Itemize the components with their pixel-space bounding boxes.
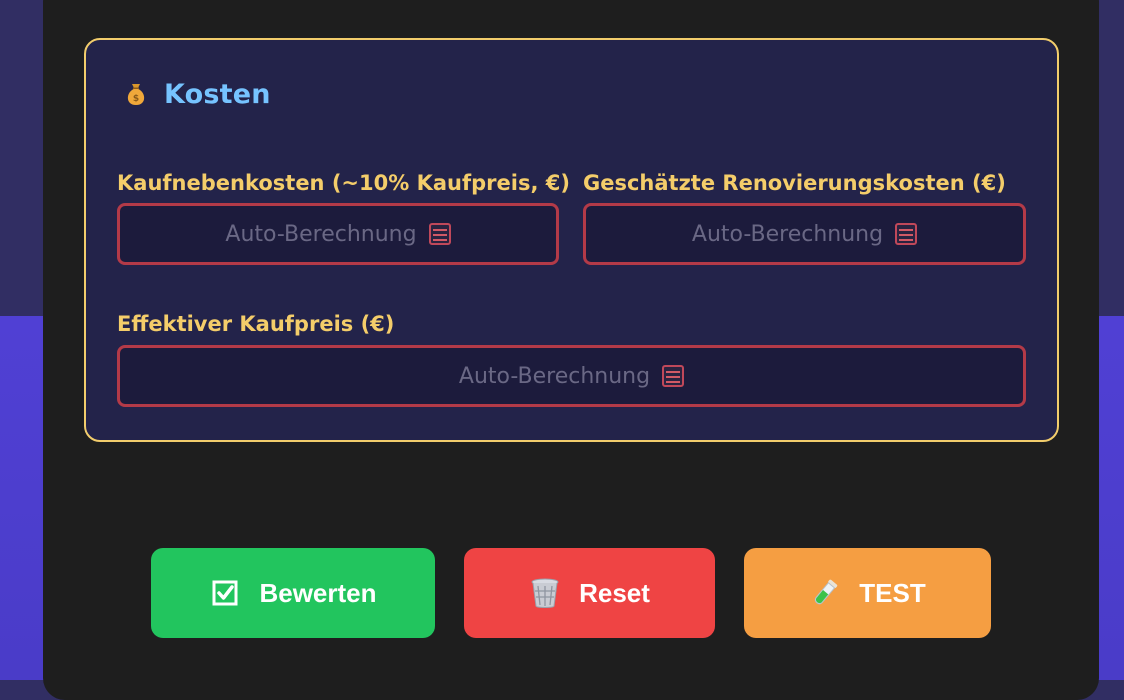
kaufnebenkosten-placeholder: Auto-Berechnung (225, 221, 417, 247)
renovierung-field[interactable]: Auto-Berechnung (583, 203, 1026, 265)
abacus-icon (662, 365, 685, 387)
abacus-icon (428, 223, 451, 245)
reset-button[interactable]: Reset (464, 548, 715, 638)
money-bag-icon: $ (122, 80, 150, 108)
test-label: TEST (859, 577, 926, 608)
effektiv-label: Effektiver Kaufpreis (€) (117, 312, 395, 336)
wastebasket-icon (529, 577, 561, 609)
section-header: $ Kosten (122, 76, 271, 112)
effektiv-field[interactable]: Auto-Berechnung (117, 345, 1026, 407)
renovierung-placeholder: Auto-Berechnung (691, 221, 884, 247)
kosten-section: $ Kosten Kaufnebenkosten (~10% Kaufpreis… (84, 38, 1059, 442)
renovierung-label: Geschätzte Renovierungskosten (€) (583, 171, 1006, 195)
bewerten-label: Bewerten (259, 577, 377, 608)
section-title: Kosten (164, 78, 271, 110)
test-tube-icon (809, 577, 841, 609)
kaufnebenkosten-label: Kaufnebenkosten (~10% Kaufpreis, €) (117, 171, 570, 195)
checkbox-icon (209, 577, 241, 609)
effektiv-placeholder: Auto-Berechnung (458, 363, 651, 389)
bewerten-button[interactable]: Bewerten (151, 548, 435, 638)
svg-text:$: $ (133, 94, 139, 104)
test-button[interactable]: TEST (744, 548, 991, 638)
kaufnebenkosten-field[interactable]: Auto-Berechnung (117, 203, 559, 265)
reset-label: Reset (579, 577, 650, 608)
abacus-icon (895, 223, 918, 245)
